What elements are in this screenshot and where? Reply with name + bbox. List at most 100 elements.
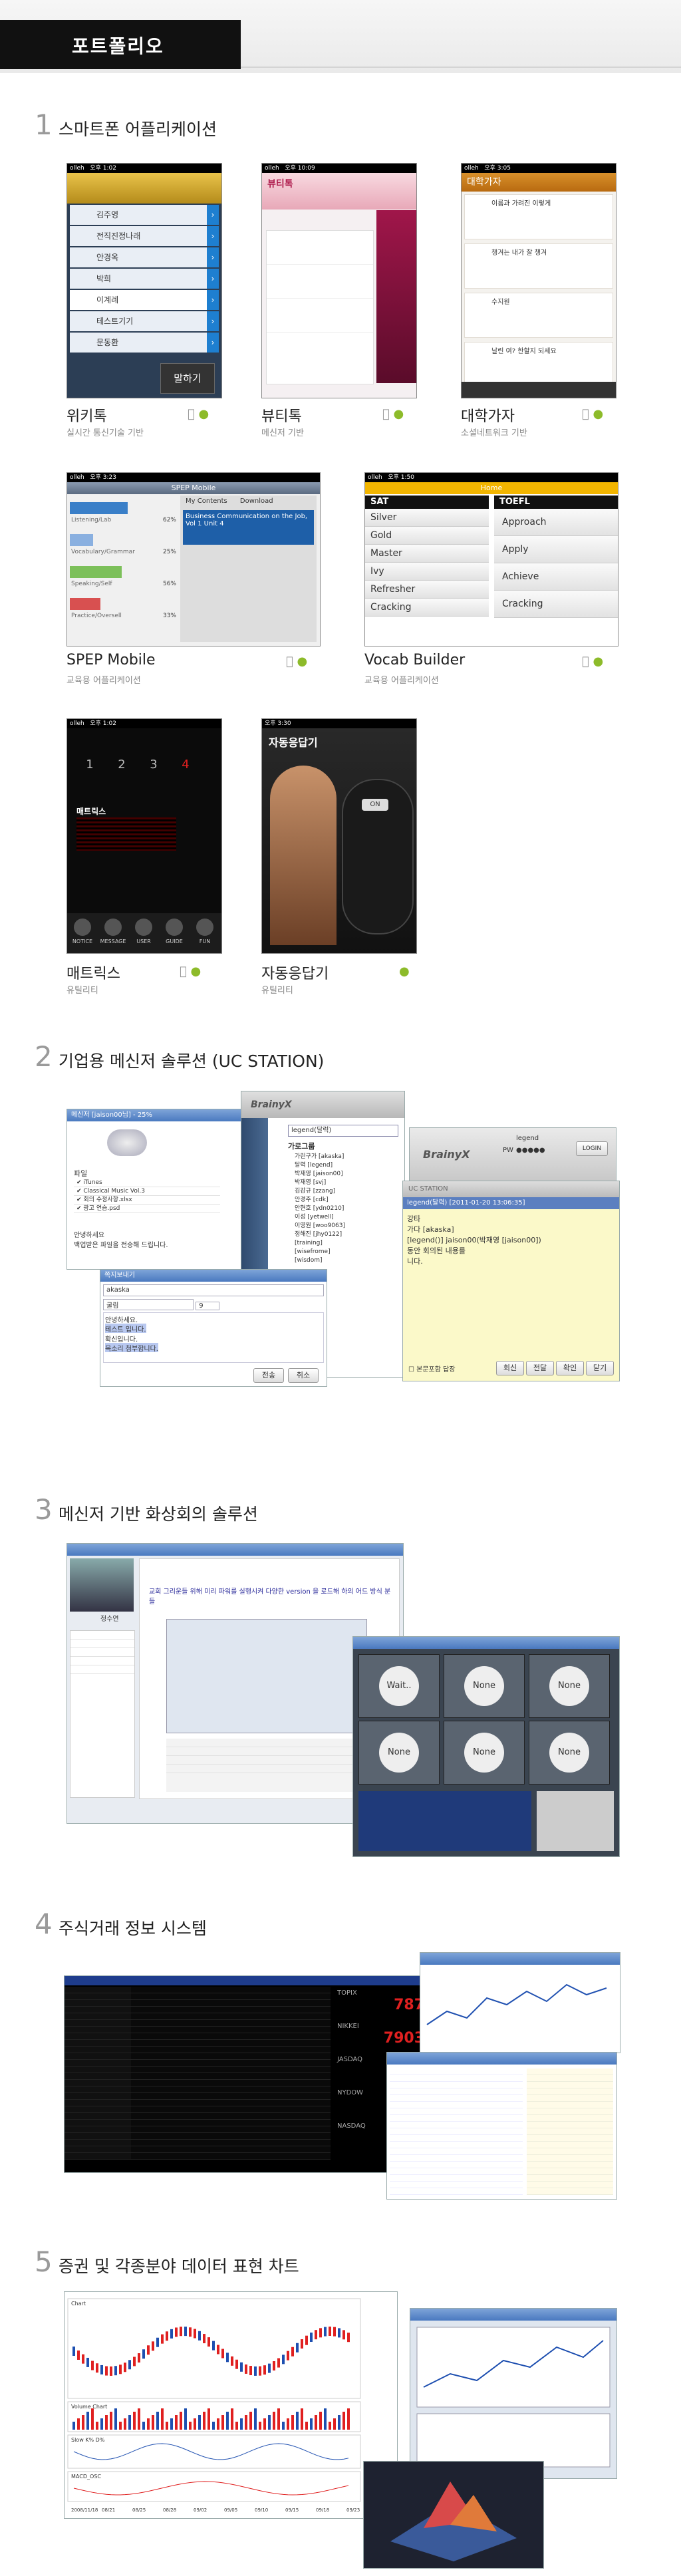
buddy-item[interactable]: [wisefrome]	[295, 1248, 401, 1256]
pw-field[interactable]: ●●●●●	[516, 1147, 545, 1154]
post-item[interactable]: 이름과 가려진 이렇게	[464, 194, 613, 239]
buddy-item[interactable]: 정해진 [jhy0122]	[295, 1230, 401, 1239]
volume-bar	[301, 2408, 303, 2430]
video-cell: Wait..	[358, 1654, 440, 1718]
candle	[231, 2356, 233, 2366]
buddy-item[interactable]: 안경주 [cdk]	[295, 1196, 401, 1205]
candle	[282, 2355, 285, 2364]
chat-button[interactable]: 확인	[556, 1361, 584, 1375]
section-title: 스마트폰 어플리케이션	[59, 120, 217, 139]
buddy-item[interactable]: 김감규 [zzang]	[295, 1187, 401, 1196]
candle	[342, 2330, 345, 2340]
tab-guide[interactable]: GUIDE	[159, 913, 190, 953]
speak-button[interactable]: 말하기	[160, 363, 215, 394]
contact-item[interactable]: 박희 ›	[70, 269, 219, 289]
tab-download[interactable]: Download	[235, 498, 279, 505]
buddy-item[interactable]: 이성 [yetwell]	[295, 1213, 401, 1222]
guide-icon	[166, 919, 183, 936]
buddy-item[interactable]: 가린구가 [akaska]	[295, 1153, 401, 1161]
vocab-item[interactable]: Cracking	[365, 599, 489, 617]
os-icons:  ●	[286, 654, 307, 668]
spep-book[interactable]: Business Communication on the Job, Vol 1…	[183, 510, 314, 545]
contact-item[interactable]: 김주영 ›	[70, 205, 219, 225]
model-photo	[270, 766, 337, 945]
login-button[interactable]: LOGIN	[576, 1141, 608, 1156]
status-select[interactable]: legend(달력)	[288, 1125, 398, 1137]
chat-button[interactable]: 전달	[526, 1361, 554, 1375]
axis-date: 09/10	[255, 2507, 268, 2513]
candle	[315, 2330, 317, 2340]
file-item[interactable]: ✔ Classical Music Vol.3	[74, 1187, 220, 1196]
panel-label: Slow K% D%	[71, 2437, 105, 2443]
chat-button[interactable]: 닫기	[586, 1361, 614, 1375]
chat-button[interactable]: 회신	[496, 1361, 524, 1375]
buddy-item[interactable]: 박재영 [jaison00]	[295, 1170, 401, 1179]
post-item[interactable]: 수지원	[464, 293, 613, 338]
contact-item[interactable]: 문동환 ›	[70, 333, 219, 353]
volume-bar	[324, 2408, 327, 2430]
tab-notice[interactable]: NOTICE	[67, 913, 98, 953]
candle	[105, 2366, 108, 2376]
vocab-item[interactable]: Cracking	[494, 591, 618, 618]
vocab-item[interactable]: Silver	[365, 509, 489, 527]
vocab-item[interactable]: Ivy	[365, 563, 489, 581]
buddy-item[interactable]: [training]	[295, 1239, 401, 1248]
contact-item[interactable]: 테스트기기 ›	[70, 311, 219, 331]
tab-user[interactable]: USER	[128, 913, 159, 953]
file-item[interactable]: ✔ 회의 수정사항.xlsx	[74, 1196, 220, 1205]
tab-my-contents[interactable]: My Contents	[180, 498, 233, 505]
on-toggle[interactable]: ON	[362, 799, 388, 811]
volume-bar	[184, 2408, 187, 2430]
candle	[240, 2362, 243, 2372]
recipient-field[interactable]: akaska	[103, 1284, 324, 1296]
android-icon: ●	[191, 964, 202, 978]
post-item[interactable]: 챙겨는 내가 잘 챙겨	[464, 243, 613, 289]
vocab-item[interactable]: Gold	[365, 527, 489, 545]
video-cell: None	[444, 1721, 525, 1785]
os-icons:  ●	[382, 407, 404, 421]
size-select[interactable]: 9	[196, 1302, 220, 1310]
buddy-item[interactable]: 달력 [legend]	[295, 1161, 401, 1170]
contact-item[interactable]: 이계례 ›	[70, 290, 219, 310]
file-item[interactable]: ✔ 광고 연습.psd	[74, 1205, 220, 1213]
contact-item[interactable]: 전직진정나래 ›	[70, 226, 219, 246]
volume-bar	[77, 2418, 80, 2430]
message-line: 안녕하세요.	[105, 1317, 138, 1324]
chat-line: 동안 회의된 내용를	[407, 1246, 466, 1255]
tab-message[interactable]: MESSAGE	[98, 913, 128, 953]
status-bar: olleh 오후 3:05	[462, 164, 616, 173]
file-item[interactable]: ✔ iTunes	[74, 1179, 220, 1187]
volume-bar	[72, 2422, 75, 2430]
volume-bar	[315, 2415, 317, 2430]
candle	[189, 2327, 192, 2337]
window-title: 메신저 [jaison00님] - 25%	[67, 1109, 270, 1121]
reply-checkbox[interactable]: ☐ 본문포함 답장	[408, 1363, 456, 1373]
buddy-item[interactable]: 박재영 [svj]	[295, 1179, 401, 1187]
message-compose-window: 쪽지보내기 akaska 굴림 9 안녕하세요. 테스트 입니다. 확신입니다. 목소…	[100, 1269, 327, 1387]
tab-fun[interactable]: FUN	[190, 913, 220, 953]
post-item[interactable]: 날린 여? 한할지 되세요	[464, 342, 613, 387]
vocab-item[interactable]: Achieve	[494, 563, 618, 591]
beauty-list	[266, 230, 374, 384]
chevron-right-icon: ›	[207, 205, 219, 225]
buddy-item[interactable]: [wisdom]	[295, 1256, 401, 1265]
candle	[263, 2365, 266, 2375]
vocab-item[interactable]: Master	[365, 545, 489, 563]
candle	[170, 2329, 173, 2339]
window-title	[410, 2309, 616, 2321]
send-button[interactable]: 전송	[253, 1368, 284, 1383]
vocab-item[interactable]: Refresher	[365, 581, 489, 599]
app-name: 자동응답기	[261, 966, 329, 982]
cancel-button[interactable]: 취소	[288, 1368, 319, 1383]
message-icon	[104, 919, 122, 936]
spep-content-panel: My Contents Download Business Communicat…	[180, 496, 317, 642]
vocab-item[interactable]: Approach	[494, 509, 618, 536]
buddy-item[interactable]: 안현호 [ydn0210]	[295, 1205, 401, 1213]
axis-date: 09/18	[316, 2507, 329, 2513]
contact-item[interactable]: 안경옥 ›	[70, 247, 219, 267]
font-select[interactable]: 굴림	[103, 1299, 194, 1310]
page-title: 포트폴리오	[72, 35, 164, 57]
vocab-item[interactable]: Apply	[494, 536, 618, 563]
wikitalk-screenshot: olleh 오후 1:02 김주영 › 전직진정나래 › 안경옥 › 박희 › 이계례 › 테스트기…	[67, 163, 222, 398]
buddy-item[interactable]: 이영원 [woo9063]	[295, 1222, 401, 1230]
